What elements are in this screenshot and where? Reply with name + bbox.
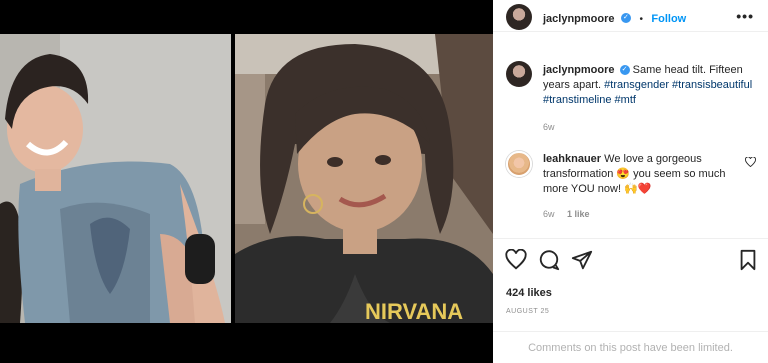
photo-after-image: NIRVANA	[235, 34, 493, 323]
likes-count[interactable]: 424 likes	[506, 287, 552, 299]
photo-after: NIRVANA	[235, 34, 493, 323]
follow-button[interactable]: Follow	[651, 13, 686, 25]
comment-item: leahknauer We love a gorgeous transforma…	[543, 152, 743, 219]
comments-section: jaclynpmoore ✓ Same head tilt. Fifteen y…	[493, 33, 768, 238]
share-icon[interactable]	[571, 249, 595, 273]
caption-username[interactable]: jaclynpmoore	[543, 64, 615, 76]
caption-avatar[interactable]	[506, 61, 532, 87]
photo-before-image	[0, 34, 231, 323]
hashtag-link[interactable]: #transgender	[604, 79, 669, 91]
shirt-print: NIRVANA	[365, 299, 463, 323]
hashtag-link[interactable]: #transtimeline	[543, 94, 611, 106]
post-media: NIRVANA	[0, 0, 493, 363]
hashtag-link[interactable]: #mtf	[615, 94, 636, 106]
post-date: AUGUST 25	[506, 308, 550, 315]
comment-icon[interactable]	[538, 249, 562, 273]
caption: jaclynpmoore ✓ Same head tilt. Fifteen y…	[543, 63, 755, 132]
photo-before	[0, 34, 231, 323]
owner-avatar[interactable]	[506, 4, 532, 30]
header-user-line: jaclynpmoore ✓ • Follow	[543, 9, 686, 27]
owner-username[interactable]: jaclynpmoore	[543, 13, 615, 25]
verified-badge-icon: ✓	[619, 65, 630, 76]
post-header: jaclynpmoore ✓ • Follow •••	[493, 0, 768, 32]
verified-badge-icon: ✓	[620, 12, 631, 23]
heart-icon[interactable]	[505, 248, 529, 273]
more-options-icon[interactable]: •••	[736, 8, 754, 24]
comment-like-heart-icon[interactable]	[745, 156, 756, 170]
caption-time[interactable]: 6w	[543, 122, 555, 132]
post-panel: jaclynpmoore ✓ • Follow ••• jaclynpmoore…	[493, 0, 768, 363]
separator-dot: •	[639, 14, 643, 25]
post-actions: 424 likes AUGUST 25 Comments on this pos…	[493, 238, 768, 363]
comments-limited-notice: Comments on this post have been limited.	[493, 331, 768, 363]
commenter-avatar[interactable]	[506, 151, 532, 177]
comment-time[interactable]: 6w	[543, 209, 555, 219]
commenter-username[interactable]: leahknauer	[543, 153, 601, 165]
bookmark-icon[interactable]	[737, 249, 761, 273]
hashtag-link[interactable]: #transisbeautiful	[672, 79, 752, 91]
comment-likes[interactable]: 1 like	[567, 209, 590, 219]
